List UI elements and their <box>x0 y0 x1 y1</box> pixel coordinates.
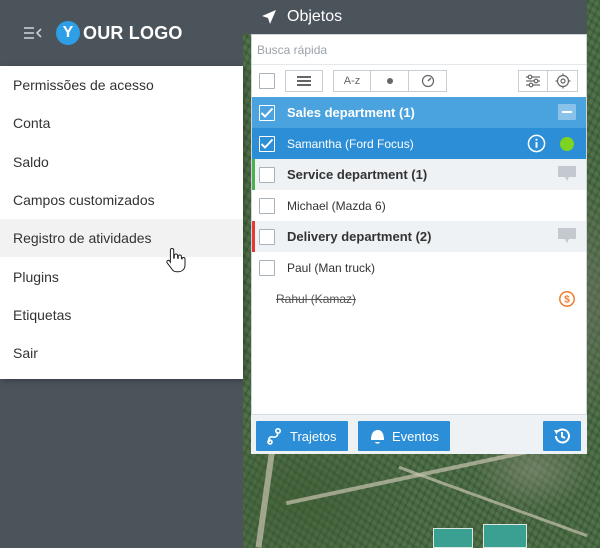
group-tag-icon[interactable] <box>558 166 576 182</box>
group-checkbox[interactable] <box>259 104 275 121</box>
settings-button[interactable] <box>518 70 548 92</box>
events-button[interactable]: Eventos <box>358 421 450 451</box>
list-toolbar: A-z <box>252 65 586 97</box>
sliders-icon <box>526 74 540 88</box>
menu-item-balance[interactable]: Saldo <box>0 143 243 181</box>
panel-footer: Trajetos Eventos <box>251 414 587 454</box>
dot-icon <box>386 78 393 84</box>
group-label: Delivery department (2) <box>287 229 432 244</box>
brand-bar: Y OUR LOGO <box>0 0 243 66</box>
crosshair-icon <box>555 73 570 89</box>
svg-text:$: $ <box>564 295 570 306</box>
group-row-delivery[interactable]: Delivery department (2) <box>252 221 586 252</box>
object-checkbox[interactable] <box>259 135 275 152</box>
checkmark-icon <box>260 107 274 118</box>
group-checkbox[interactable] <box>259 166 275 183</box>
list-icon <box>297 76 311 86</box>
group-color-bar <box>252 159 255 190</box>
route-icon <box>267 427 282 445</box>
object-label: Rahul (Kamaz) <box>276 291 357 306</box>
billing-alert-icon[interactable]: $ <box>558 290 576 308</box>
menu-item-logout[interactable]: Sair <box>0 334 243 372</box>
online-status-icon <box>560 137 574 151</box>
collapse-group-icon[interactable] <box>558 104 576 120</box>
group-tag-icon[interactable] <box>558 228 576 244</box>
info-icon[interactable] <box>527 134 546 153</box>
locate-button[interactable] <box>548 70 578 92</box>
sidebar: Y OUR LOGO Permissões de acesso Conta Sa… <box>0 0 243 548</box>
object-label: Paul (Man truck) <box>287 260 376 275</box>
menu-item-activity-log[interactable]: Registro de atividades <box>0 219 243 258</box>
group-color-bar <box>252 221 255 252</box>
group-checkbox[interactable] <box>259 228 275 245</box>
object-row-samantha[interactable]: Samantha (Ford Focus) <box>252 128 586 159</box>
status-filter-button[interactable] <box>371 70 409 92</box>
objects-panel-header: Objetos <box>243 0 587 34</box>
speed-filter-button[interactable] <box>409 70 447 92</box>
group-row-sales[interactable]: Sales department (1) <box>252 97 586 128</box>
gauge-icon <box>421 74 434 88</box>
object-row-michael[interactable]: Michael (Mazda 6) <box>252 190 586 221</box>
logo-mark: Y <box>56 21 80 45</box>
select-all-checkbox[interactable] <box>259 73 275 89</box>
quick-search <box>252 35 586 65</box>
bell-icon <box>371 430 384 444</box>
events-label: Eventos <box>392 428 439 444</box>
group-row-service[interactable]: Service department (1) <box>252 159 586 190</box>
menu-item-account[interactable]: Conta <box>0 104 243 142</box>
history-button[interactable] <box>543 421 581 451</box>
menu-item-permissions[interactable]: Permissões de acesso <box>0 66 243 104</box>
object-checkbox[interactable] <box>259 197 275 214</box>
quick-search-input[interactable] <box>257 42 577 57</box>
settings-group <box>518 70 578 92</box>
user-menu: Permissões de acesso Conta Saldo Campos … <box>0 66 243 379</box>
panel-title: Objetos <box>287 8 343 25</box>
menu-item-plugins[interactable]: Plugins <box>0 257 243 295</box>
sort-az-button[interactable]: A-z <box>333 70 371 92</box>
checkmark-icon <box>260 138 274 149</box>
object-row-paul[interactable]: Paul (Man truck) <box>252 252 586 283</box>
object-checkbox[interactable] <box>259 259 275 276</box>
history-icon <box>554 428 570 444</box>
sort-az-label: A-z <box>343 75 361 87</box>
object-row-rahul[interactable]: Rahul (Kamaz) $ <box>252 283 586 314</box>
navigation-arrow-icon <box>262 10 276 24</box>
logo-text: OUR LOGO <box>83 22 183 43</box>
logo: Y OUR LOGO <box>56 21 183 45</box>
object-label: Samantha (Ford Focus) <box>287 136 414 151</box>
collapse-menu-icon[interactable] <box>24 26 42 40</box>
group-label: Service department (1) <box>287 167 428 182</box>
object-label: Michael (Mazda 6) <box>287 198 386 213</box>
menu-item-custom-fields[interactable]: Campos customizados <box>0 181 243 219</box>
objects-panel: A-z Sales department (1) Saman <box>251 34 587 454</box>
tracks-button[interactable]: Trajetos <box>256 421 348 451</box>
hand-cursor-icon <box>166 247 186 273</box>
list-view-button[interactable] <box>285 70 323 92</box>
menu-item-tags[interactable]: Etiquetas <box>0 296 243 334</box>
tracks-label: Trajetos <box>290 428 337 444</box>
group-label: Sales department (1) <box>287 105 415 120</box>
sort-filter-group: A-z <box>333 70 447 92</box>
